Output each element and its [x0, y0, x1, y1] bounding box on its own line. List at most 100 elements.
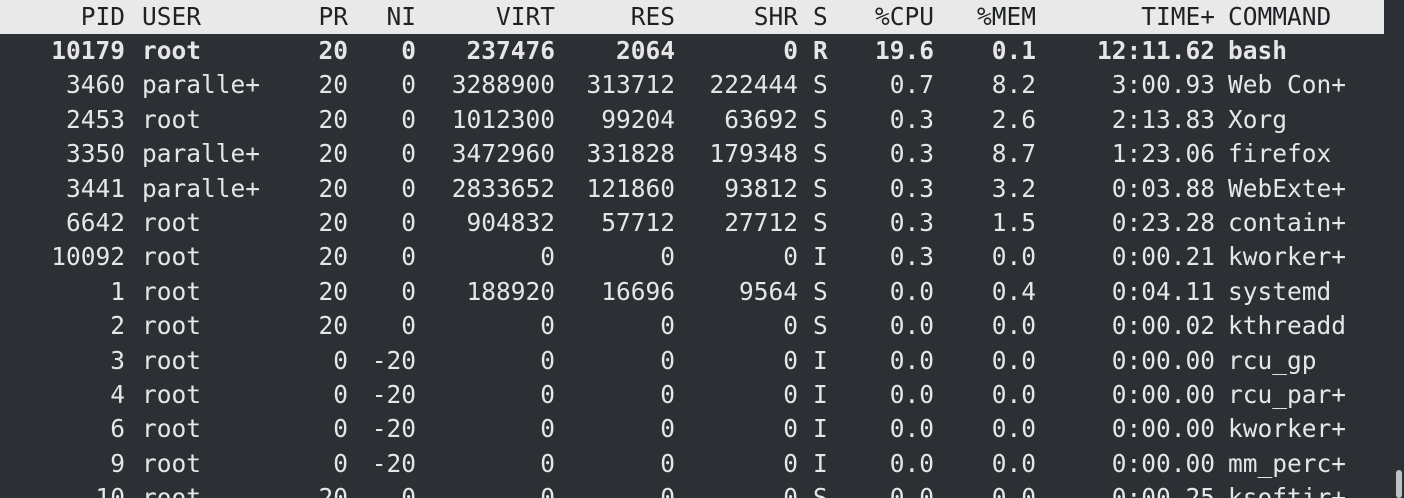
cell-res: 313712: [586, 70, 675, 100]
cell-pr: 20: [318, 104, 348, 134]
cell-command: WebExte+: [1228, 173, 1347, 203]
cell-res: 99204: [601, 104, 675, 134]
cell-res: 57712: [601, 208, 675, 237]
table-row: 10179 root 20 0 237476 2064 0 R 19.6 0.1 12:11.62 b…: [0, 34, 1384, 68]
cell-user: paralle+: [142, 70, 261, 100]
cell-state: R: [813, 36, 828, 65]
cell-res: 0: [660, 311, 675, 341]
cell-time: 0:03.88: [1111, 173, 1215, 203]
cell-user: root: [142, 448, 202, 478]
cell-pr: 20: [318, 242, 348, 272]
cell-pid: 9: [110, 448, 125, 478]
cell-shr: 0: [783, 380, 798, 409]
cell-virt: 0: [540, 414, 555, 444]
cell-virt: 0: [540, 242, 555, 272]
cell-ni: 0: [401, 104, 416, 134]
cell-cpu: 0.0: [889, 448, 934, 478]
table-row: 10 root 20 0 0 0 0 S 0.0 0.0 0:00.25 ksoftir+: [0, 481, 1384, 498]
cell-time: 0:23.28: [1111, 208, 1215, 237]
cell-time: 2:13.83: [1111, 104, 1215, 134]
table-row: 2 root 20 0 0 0 0 S 0.0 0.0 0:00.02 kthreadd: [0, 309, 1384, 343]
cell-state: S: [813, 208, 828, 237]
cell-state: S: [813, 139, 828, 169]
cell-user: root: [142, 345, 202, 375]
cell-virt: 188920: [466, 276, 555, 306]
cell-user: root: [142, 36, 202, 65]
header-ni: NI: [386, 2, 416, 31]
cell-time: 0:00.00: [1111, 448, 1215, 478]
cell-cpu: 0.3: [889, 242, 934, 272]
cell-command: bash: [1228, 36, 1288, 65]
cell-shr: 0: [783, 414, 798, 444]
cell-cpu: 0.0: [889, 311, 934, 341]
header-cpu: %CPU: [874, 2, 934, 31]
cell-ni: -20: [371, 414, 416, 444]
cell-user: root: [142, 483, 202, 498]
header-virt: VIRT: [495, 2, 555, 31]
cell-pr: 0: [333, 448, 348, 478]
cell-shr: 9564: [738, 276, 798, 306]
cell-command: ksoftir+: [1228, 483, 1347, 498]
cell-pid: 10092: [51, 242, 125, 272]
header-command: COMMAND: [1228, 2, 1332, 31]
cell-user: root: [142, 311, 202, 341]
cell-pr: 0: [333, 414, 348, 444]
cell-ni: 0: [401, 276, 416, 306]
cell-shr: 0: [783, 36, 798, 65]
cell-state: S: [813, 70, 828, 100]
cell-cpu: 0.0: [889, 483, 934, 498]
cell-cpu: 0.3: [889, 173, 934, 203]
cell-ni: 0: [401, 70, 416, 100]
cell-ni: 0: [401, 242, 416, 272]
cell-user: root: [142, 414, 202, 444]
cell-state: I: [813, 414, 828, 444]
cell-pid: 10: [95, 483, 125, 498]
cell-pr: 20: [318, 36, 348, 65]
cell-cpu: 0.0: [889, 345, 934, 375]
table-row: 3460 paralle+ 20 0 3288900 313712 222444 S 0.7 8.…: [0, 68, 1384, 102]
cell-mem: 0.0: [991, 311, 1036, 341]
cell-time: 0:00.25: [1111, 483, 1215, 498]
cell-virt: 1012300: [451, 104, 555, 134]
cell-mem: 0.0: [991, 345, 1036, 375]
cell-pid: 3350: [65, 139, 125, 169]
cell-command: contain+: [1228, 208, 1347, 237]
cell-mem: 0.0: [991, 414, 1036, 444]
cell-pid: 2453: [65, 104, 125, 134]
table-row: 1 root 20 0 188920 16696 9564 S 0.0 0.4 0:04.11 sys…: [0, 275, 1384, 309]
header-user: USER: [142, 2, 202, 31]
cell-ni: 0: [401, 311, 416, 341]
cell-shr: 93812: [724, 173, 798, 203]
terminal-window[interactable]: PID USER PR NI VIRT RES SHR S %CPU %MEM …: [0, 0, 1404, 498]
cell-user: root: [142, 276, 202, 306]
cell-pid: 4: [110, 380, 125, 409]
cell-virt: 3472960: [451, 139, 555, 169]
cell-state: S: [813, 483, 828, 498]
cell-shr: 27712: [724, 208, 798, 237]
header-pr: PR: [318, 2, 348, 31]
cell-mem: 1.5: [991, 208, 1036, 237]
cell-cpu: 0.3: [889, 104, 934, 134]
cell-mem: 0.0: [991, 483, 1036, 498]
table-row: 3441 paralle+ 20 0 2833652 121860 93812 S 0.3 3.2…: [0, 172, 1384, 206]
cell-res: 2064: [615, 36, 675, 65]
cell-pr: 20: [318, 139, 348, 169]
cell-time: 0:00.00: [1111, 345, 1215, 375]
table-row: 9 root 0 -20 0 0 0 I 0.0 0.0 0:00.00 mm_perc+: [0, 447, 1384, 481]
vertical-scrollbar[interactable]: [1384, 0, 1404, 498]
cell-res: 0: [660, 345, 675, 375]
cell-virt: 0: [540, 448, 555, 478]
cell-cpu: 0.0: [889, 380, 934, 409]
cell-mem: 0.0: [991, 242, 1036, 272]
cell-res: 0: [660, 414, 675, 444]
cell-command: rcu_gp: [1228, 345, 1317, 375]
cell-cpu: 0.3: [889, 139, 934, 169]
cell-time: 3:00.93: [1111, 70, 1215, 100]
cell-time: 0:00.00: [1111, 380, 1215, 409]
cell-cpu: 0.7: [889, 70, 934, 100]
cell-virt: 0: [540, 311, 555, 341]
cell-state: I: [813, 448, 828, 478]
cell-command: Web Con+: [1228, 70, 1347, 100]
scroll-thumb[interactable]: [1396, 470, 1402, 498]
cell-mem: 0.0: [991, 380, 1036, 409]
